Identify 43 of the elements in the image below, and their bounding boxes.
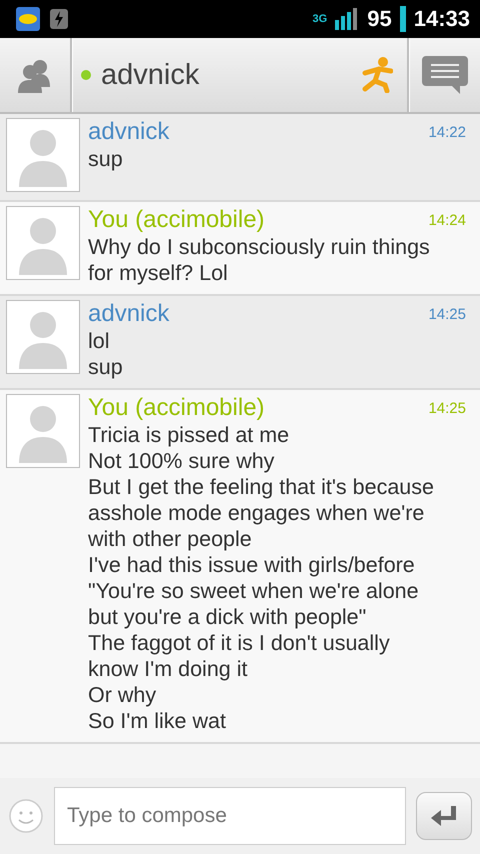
message-time: 14:22 — [428, 124, 466, 140]
avatar-icon — [6, 394, 80, 468]
send-button[interactable] — [416, 792, 472, 840]
network-type: 3G — [312, 14, 328, 24]
avatar-icon — [6, 300, 80, 374]
message-text: Tricia is pissed at me — [88, 422, 290, 448]
lightning-icon — [48, 7, 70, 31]
message-text: sup — [88, 146, 124, 172]
smiley-icon[interactable] — [8, 798, 44, 834]
message-text: "You're so sweet when we're alone — [88, 578, 420, 604]
message-time: 14:25 — [428, 306, 466, 322]
message-text: Why do I subconsciously ruin things — [88, 234, 431, 260]
signal-icon — [335, 8, 360, 30]
message-time: 14:25 — [428, 400, 466, 416]
message-text: sup — [88, 354, 124, 380]
message-text: So I'm like wat — [88, 708, 227, 734]
message-text: but you're a dick with people" — [88, 604, 368, 630]
message-time: 14:24 — [428, 212, 466, 228]
speech-bubble-icon — [421, 54, 469, 96]
message-text: But I get the feeling that it's because — [88, 474, 435, 500]
contact-name: advnick — [101, 58, 200, 92]
message-text: Not 100% sure why — [88, 448, 276, 474]
sender-name: You (accimobile) — [88, 394, 265, 422]
message-text: lol — [88, 328, 111, 354]
sender-name: You (accimobile) — [88, 206, 265, 234]
message-text: Or why — [88, 682, 158, 708]
message-text: I've had this issue with girls/before — [88, 552, 416, 578]
message-text: The faggot of it is I don't usually — [88, 630, 391, 656]
sender-name: advnick — [88, 118, 170, 146]
compose-field[interactable]: Type to compose — [54, 787, 406, 845]
clock: 14:33 — [414, 6, 470, 32]
message-text: asshole mode engages when we're — [88, 500, 426, 526]
enter-arrow-icon — [431, 806, 457, 826]
app-icon — [16, 7, 40, 31]
battery-icon — [400, 6, 406, 32]
running-figure-icon — [361, 57, 393, 93]
message-text: with other people — [88, 526, 253, 552]
avatar-icon — [6, 118, 80, 192]
battery-level: 95 — [367, 6, 392, 32]
avatar-icon — [6, 206, 80, 280]
message-text: know I'm doing it — [88, 656, 248, 682]
message-text: for myself? Lol — [88, 260, 229, 286]
sender-name: advnick — [88, 300, 170, 328]
